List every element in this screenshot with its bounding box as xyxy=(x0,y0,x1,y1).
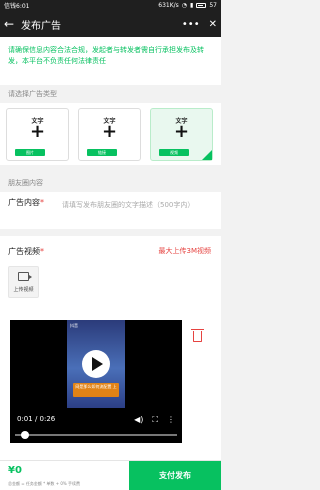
video-time: 0:01 / 0:26 xyxy=(17,415,56,423)
volume-icon[interactable]: ◀) xyxy=(134,415,143,424)
required-mark: * xyxy=(40,247,44,256)
battery-icon xyxy=(196,3,207,8)
wifi-icon: ◔ xyxy=(181,2,188,9)
upload-video-label: 上传视频 xyxy=(13,287,34,293)
tiktok-watermark: 抖音 xyxy=(70,323,78,328)
page-title: 发布广告 xyxy=(21,20,61,32)
plus-icon: + xyxy=(29,121,46,142)
video-camera-icon xyxy=(18,272,32,281)
ad-video-label: 广告视频* xyxy=(8,246,44,257)
video-progress-bar[interactable] xyxy=(15,431,177,439)
video-control-icons: ◀) ⛶ ⋮ xyxy=(134,415,175,424)
fullscreen-icon[interactable]: ⛶ xyxy=(152,415,158,424)
status-bar: 信钱6:01 631K/s ◔ ▮ 57 xyxy=(0,0,221,11)
ad-type-link-card[interactable]: 文字 + 链接 xyxy=(78,108,141,161)
ad-content-label: 广告内容* xyxy=(8,197,44,208)
ad-type-badge: 链接 xyxy=(87,149,117,156)
play-icon[interactable] xyxy=(82,350,110,378)
network-speed: 631K/s xyxy=(158,2,179,9)
ad-content-row: 广告内容* 请填写发布朋友圈的文字描述（500字内） xyxy=(0,192,221,229)
delete-video-icon[interactable] xyxy=(191,329,204,342)
ad-type-image-card[interactable]: 文字 + 图片 xyxy=(6,108,69,161)
back-arrow-icon[interactable]: ← xyxy=(4,18,16,30)
title-actions: ••• ✕ xyxy=(182,19,217,30)
signal-icon: ▮ xyxy=(190,2,194,9)
ad-type-video-card[interactable]: 文字 + 视频 xyxy=(150,108,213,161)
video-thumbnail: 抖音 网是那么如何流配置 上 xyxy=(67,320,125,408)
battery-level: 57 xyxy=(209,2,217,9)
close-icon[interactable]: ✕ xyxy=(209,19,217,30)
selected-corner-check-icon xyxy=(202,150,212,160)
video-player[interactable]: 抖音 网是那么如何流配置 上 0:01 / 0:26 ◀) ⛶ ⋮ xyxy=(10,320,182,443)
ad-type-group: 文字 + 图片 文字 + 链接 文字 + 视频 xyxy=(0,103,221,165)
more-vertical-icon[interactable]: ⋮ xyxy=(167,415,175,424)
ad-content-label-text: 广告内容 xyxy=(8,198,40,207)
plus-icon: + xyxy=(173,121,190,142)
ad-type-badge: 图片 xyxy=(15,149,45,156)
total-price: ¥0 xyxy=(8,465,22,476)
video-caption: 网是那么如何流配置 上 xyxy=(73,383,119,397)
title-bar: ← 发布广告 ••• ✕ xyxy=(0,11,221,37)
pay-publish-button[interactable]: 支付发布 xyxy=(129,461,221,490)
ad-content-input[interactable]: 请填写发布朋友圈的文字描述（500字内） xyxy=(62,200,212,211)
section-content-label: 朋友圈内容 xyxy=(0,174,221,192)
legal-notice: 请确保信息内容合法合规，发起者与转发者需自行承担发布及转发，本平台不负责任何法律… xyxy=(0,37,221,85)
bottom-bar: ¥0 总金额 = 任务金额 * 单数 + 0% 手续费 支付发布 xyxy=(0,460,221,490)
price-formula: 总金额 = 任务金额 * 单数 + 0% 手续费 xyxy=(8,481,80,486)
video-size-hint: 最大上传3M视频 xyxy=(158,247,212,255)
progress-handle[interactable] xyxy=(21,431,30,439)
video-controls: 0:01 / 0:26 ◀) ⛶ ⋮ xyxy=(10,415,182,443)
section-ad-type-label: 请选择广告类型 xyxy=(0,85,221,103)
more-dots-icon[interactable]: ••• xyxy=(182,19,200,30)
required-mark: * xyxy=(40,198,44,207)
upload-video-button[interactable]: 上传视频 xyxy=(8,266,39,298)
ad-video-label-text: 广告视频 xyxy=(8,247,40,256)
status-time: 信钱6:01 xyxy=(4,3,30,10)
plus-icon: + xyxy=(101,121,118,142)
ad-type-badge: 视频 xyxy=(159,149,189,156)
status-indicators: 631K/s ◔ ▮ 57 xyxy=(158,2,217,9)
